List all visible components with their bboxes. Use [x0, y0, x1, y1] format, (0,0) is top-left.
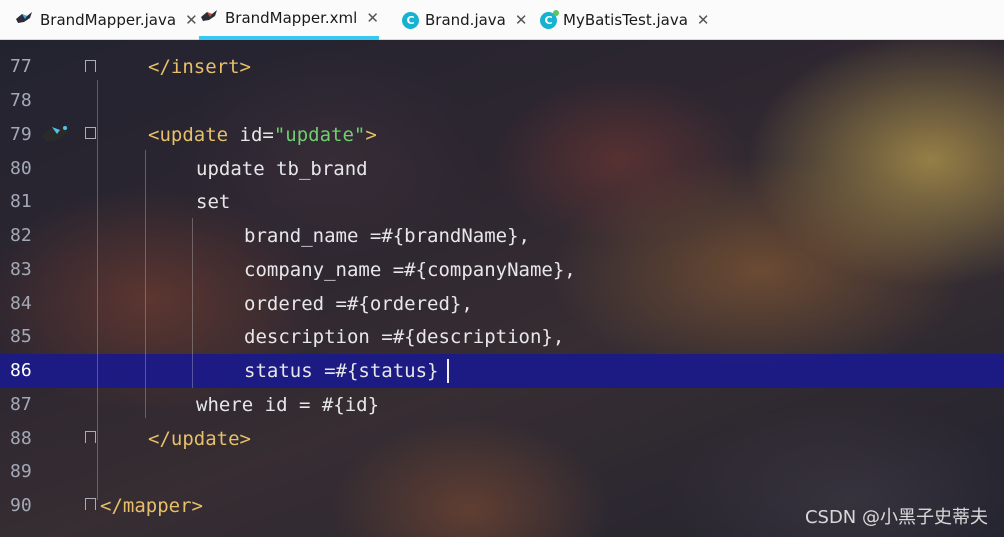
editor-tab-bar: BrandMapper.java ✕ BrandMapper.xml ✕ C B… — [0, 0, 1004, 40]
line-number-current: 86 — [10, 360, 32, 381]
line-number: 85 — [10, 326, 32, 347]
mapper-xml-icon — [199, 8, 219, 28]
code-line[interactable]: </insert> — [148, 50, 251, 84]
current-line-highlight — [0, 354, 1004, 388]
fold-end-icon[interactable] — [85, 60, 96, 72]
line-number: 82 — [10, 225, 32, 246]
line-number: 81 — [10, 191, 32, 212]
class-c-icon: C — [540, 9, 559, 29]
gutter-separator — [97, 80, 98, 500]
tab-label: BrandMapper.xml — [225, 9, 358, 27]
code-line-current[interactable]: status =#{status} — [244, 354, 438, 388]
run-dot-icon — [553, 9, 559, 16]
code-line[interactable]: where id = #{id} — [196, 388, 379, 422]
xml-attribute: id= — [228, 124, 274, 146]
close-icon[interactable]: ✕ — [515, 11, 528, 29]
xml-attribute-value: "update" — [273, 124, 366, 146]
line-number: 77 — [10, 56, 32, 77]
line-number: 78 — [10, 90, 32, 111]
code-line[interactable]: <update id="update"> — [148, 118, 377, 152]
close-icon[interactable]: ✕ — [366, 9, 379, 27]
close-icon[interactable]: ✕ — [697, 11, 710, 29]
tab-brand-java[interactable]: C Brand.java ✕ — [402, 0, 527, 40]
fold-end-icon[interactable] — [85, 498, 96, 510]
indent-guide — [145, 150, 146, 418]
mapper-navigation-icon[interactable] — [40, 120, 74, 148]
code-line[interactable]: </update> — [148, 422, 251, 456]
fold-end-icon[interactable] — [85, 431, 96, 443]
tab-label: BrandMapper.java — [40, 11, 177, 29]
indent-guide — [192, 218, 193, 388]
line-number: 88 — [10, 428, 32, 449]
code-line[interactable]: set — [196, 185, 230, 219]
tab-label: MyBatisTest.java — [563, 11, 688, 29]
watermark: CSDN @小黑子史蒂夫 — [804, 507, 988, 528]
text-caret — [447, 359, 449, 383]
xml-tag-close: > — [365, 124, 377, 146]
line-number: 90 — [10, 495, 32, 516]
close-icon[interactable]: ✕ — [185, 11, 198, 29]
xml-tag-open: <update — [148, 124, 229, 146]
line-number: 79 — [10, 124, 32, 145]
mapper-java-icon — [14, 10, 34, 30]
code-line[interactable]: company_name =#{companyName}, — [244, 253, 576, 287]
code-line[interactable]: </mapper> — [100, 489, 203, 523]
class-c-icon: C — [402, 11, 419, 29]
fold-start-icon[interactable] — [85, 127, 96, 139]
code-line[interactable]: brand_name =#{brandName}, — [244, 219, 530, 253]
tab-label: Brand.java — [425, 11, 506, 29]
tab-mybatistest-java[interactable]: C MyBatisTest.java ✕ — [540, 0, 709, 40]
line-number: 84 — [10, 293, 32, 314]
code-line[interactable]: ordered =#{ordered}, — [244, 287, 473, 321]
code-line[interactable]: update tb_brand — [196, 152, 368, 186]
line-number: 89 — [10, 461, 32, 482]
line-number: 83 — [10, 259, 32, 280]
tab-brandmapper-java[interactable]: BrandMapper.java ✕ — [14, 0, 198, 40]
line-number: 87 — [10, 394, 32, 415]
tab-brandmapper-xml[interactable]: BrandMapper.xml ✕ — [199, 0, 379, 40]
editor-background-dim — [0, 40, 1004, 537]
line-number: 80 — [10, 158, 32, 179]
code-line[interactable]: description =#{description}, — [244, 320, 564, 354]
